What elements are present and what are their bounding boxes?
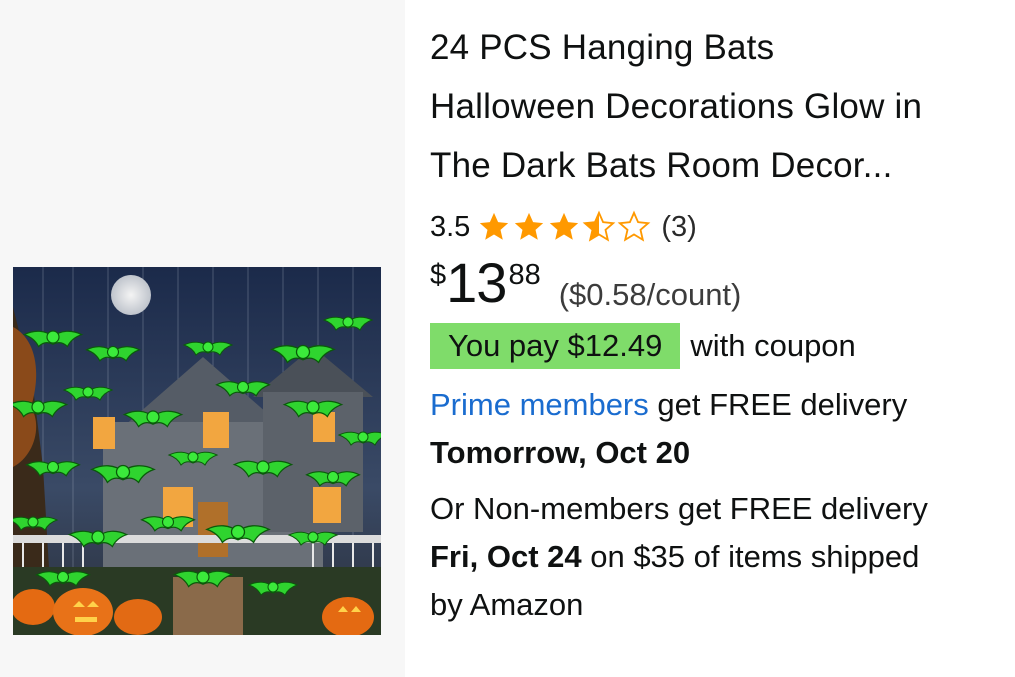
price-whole: 13	[446, 251, 507, 314]
product-title[interactable]: 24 PCS Hanging Bats Halloween Decoration…	[430, 18, 1000, 195]
prime-delivery: Prime members get FREE delivery Tomorrow…	[430, 381, 1000, 477]
product-image-panel	[0, 0, 405, 677]
price: $ 13 88 ($0.58/count)	[430, 255, 1000, 317]
coupon-suffix: with coupon	[690, 328, 856, 363]
product-title-line: 24 PCS Hanging Bats	[430, 28, 775, 67]
rating-value: 3.5	[430, 210, 471, 243]
star-full-icon	[550, 212, 579, 240]
nonmember-threshold-text: on $35 of items shipped	[581, 539, 920, 574]
star-rating[interactable]	[476, 210, 651, 244]
product-info: 24 PCS Hanging Bats Halloween Decoration…	[430, 18, 1000, 629]
unit-price: ($0.58/count)	[558, 277, 742, 312]
coupon-badge: You pay $12.49	[430, 323, 681, 369]
prime-delivery-line: Prime members get FREE delivery	[430, 381, 1000, 429]
star-full-icon	[480, 212, 509, 240]
prime-delivery-date: Tomorrow, Oct 20	[430, 435, 691, 470]
nonmember-delivery-line: Or Non-members get FREE delivery	[430, 491, 928, 526]
rating-row[interactable]: 3.5 (3)	[430, 209, 1000, 245]
product-image[interactable]	[13, 267, 381, 635]
nonmember-delivery-detail: Fri, Oct 24 on $35 of items shipped	[430, 533, 1000, 581]
star-empty-icon	[617, 210, 651, 242]
product-title-line: The Dark Bats Room Decor...	[430, 146, 893, 185]
price-symbol: $	[430, 259, 447, 291]
star-half-icon	[582, 210, 616, 242]
nonmember-delivery-date: Fri, Oct 24	[430, 539, 582, 574]
nonmember-delivery: Or Non-members get FREE delivery Fri, Oc…	[430, 485, 1000, 629]
star-full-icon	[515, 212, 544, 240]
prime-delivery-text: get FREE delivery	[648, 387, 908, 422]
price-fraction: 88	[508, 259, 541, 291]
product-title-line: Halloween Decorations Glow in	[430, 87, 923, 126]
coupon-row: You pay $12.49 with coupon	[430, 323, 1000, 369]
prime-members-link[interactable]: Prime members	[430, 387, 649, 422]
nonmember-shipper-text: by Amazon	[430, 587, 584, 622]
review-count[interactable]: (3)	[661, 211, 696, 244]
